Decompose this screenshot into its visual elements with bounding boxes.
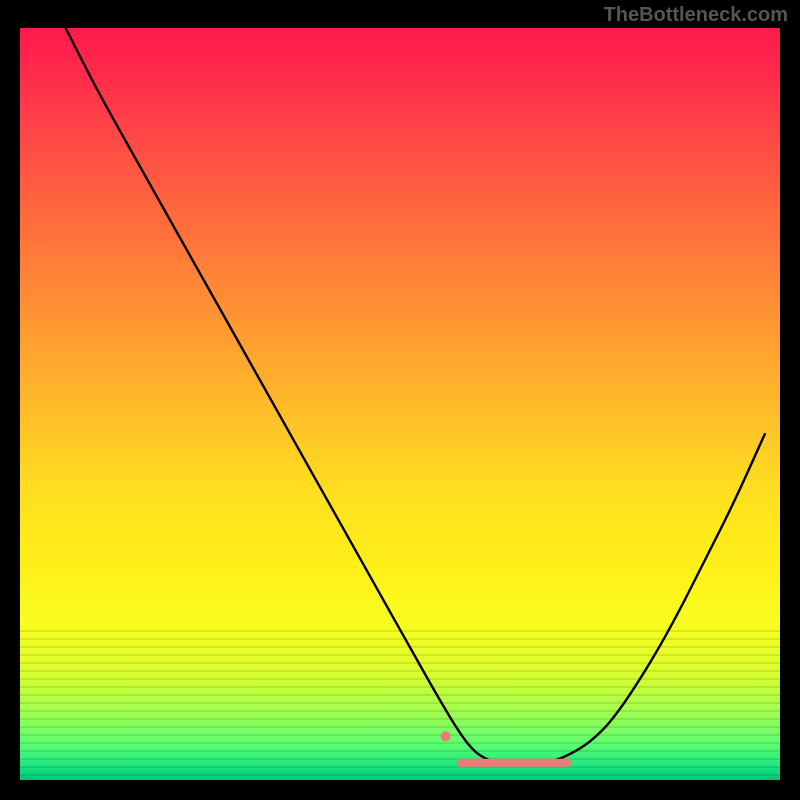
- chart-frame: TheBottleneck.com: [0, 0, 800, 800]
- curve-line: [66, 28, 765, 765]
- plot-area: [20, 28, 780, 780]
- marker-dot: [441, 731, 451, 741]
- watermark-text: TheBottleneck.com: [604, 4, 788, 27]
- chart-svg: [20, 28, 780, 780]
